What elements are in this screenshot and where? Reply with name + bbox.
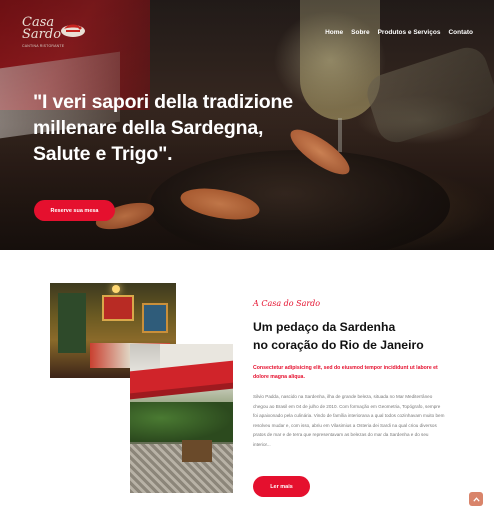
hero-section: Casa Sardo CANTINA RISTORANTE Home Sobre…	[0, 0, 494, 250]
reserve-table-button[interactable]: Reserve sua mesa	[34, 200, 115, 221]
image-painting	[102, 295, 134, 321]
about-script-label: A Casa do Sardo	[253, 299, 321, 308]
image-lamp	[112, 285, 120, 293]
nav-item-contato[interactable]: Contato	[448, 29, 473, 36]
about-lead-text: Consectetur adipisicing elit, sed do eiu…	[253, 365, 438, 380]
site-logo[interactable]: Casa Sardo CANTINA RISTORANTE	[22, 16, 94, 50]
about-body-text: Silvio Padda, nascido na Sardenha, ilha …	[253, 394, 445, 447]
about-title-line2: no coração do Rio de Janeiro	[253, 338, 424, 352]
logo-text-sardo: Sardo	[22, 27, 62, 42]
main-nav: Home Sobre Produtos e Serviços Contato	[325, 29, 473, 36]
image-painting	[142, 303, 168, 333]
hero-title: "I veri sapori della tradizione millenar…	[33, 91, 293, 165]
about-title: Um pedaço da Sardenha no coração do Rio …	[253, 318, 453, 354]
about-title-line1: Um pedaço da Sardenha	[253, 320, 396, 334]
image-plants	[130, 402, 233, 442]
page: Casa Sardo CANTINA RISTORANTE Home Sobre…	[0, 0, 494, 515]
chevron-up-icon	[472, 496, 480, 502]
read-more-button[interactable]: Ler mais	[253, 476, 310, 497]
nav-item-home[interactable]: Home	[325, 29, 343, 36]
restaurant-facade-image	[130, 344, 233, 493]
image-door	[58, 293, 86, 353]
logo-emblem-icon	[61, 24, 85, 37]
nav-item-produtos-servicos[interactable]: Produtos e Serviços	[378, 29, 441, 36]
image-chair	[182, 440, 212, 462]
logo-tagline: CANTINA RISTORANTE	[22, 44, 65, 48]
nav-item-sobre[interactable]: Sobre	[351, 29, 369, 36]
scroll-to-top-button[interactable]	[469, 492, 483, 506]
